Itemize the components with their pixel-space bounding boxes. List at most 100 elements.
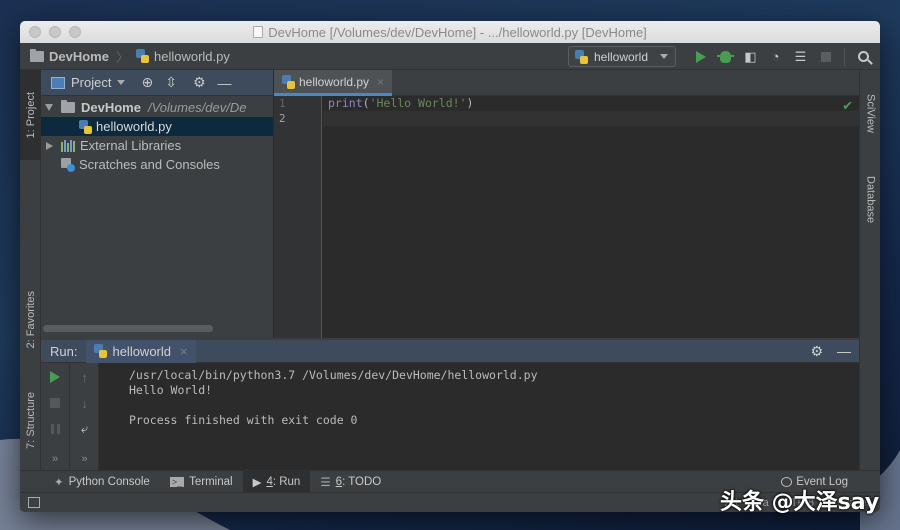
expand-arrow-icon[interactable] — [46, 141, 53, 150]
folder-icon — [61, 100, 75, 113]
run-tab-helloworld[interactable]: helloworld × — [86, 339, 196, 363]
breadcrumb-project[interactable]: DevHome — [49, 49, 109, 64]
debug-icon — [717, 50, 734, 63]
run-toolbar-column: » — [41, 363, 70, 470]
project-panel-header: Project ⊕ ⇳ ⚙ — — [41, 70, 273, 96]
coverage-icon: ◧ — [744, 48, 757, 64]
profile-button[interactable]: ◔ — [763, 46, 788, 68]
pause-button[interactable] — [47, 421, 63, 437]
tree-item-external-libraries[interactable]: External Libraries — [41, 136, 273, 155]
tool-tab-favorites[interactable]: 2: Favorites — [20, 275, 41, 365]
project-view-selector[interactable]: Project — [71, 75, 111, 90]
python-console-icon: ✦ — [54, 476, 64, 489]
tool-tab-database[interactable]: Database — [860, 160, 880, 240]
python-file-icon — [79, 119, 92, 134]
line-number: 1 — [279, 97, 286, 110]
more-actions-icon[interactable]: » — [41, 453, 70, 465]
rerun-icon — [50, 371, 60, 383]
terminal-icon: >_ — [169, 476, 185, 487]
search-everywhere-button[interactable] — [851, 46, 876, 68]
tool-tab-sciview[interactable]: SciView — [860, 78, 880, 148]
console-line: Process finished with exit code 0 — [129, 413, 358, 427]
code-line[interactable]: print('Hello World!') — [323, 96, 859, 111]
run-button[interactable] — [688, 46, 713, 68]
toolbar-divider — [844, 47, 845, 66]
navigation-bar: DevHome 〉 helloworld.py helloworld ◧ ◔ ☰ — [20, 43, 880, 70]
tree-item-scratches[interactable]: Scratches and Consoles — [41, 155, 273, 174]
right-tool-window-strip: SciView Database — [859, 70, 880, 470]
workspace: 1: Project 2: Favorites 7: Structure Pro… — [20, 70, 880, 470]
editor-tab-helloworld[interactable]: helloworld.py × — [274, 70, 393, 96]
python-icon — [94, 344, 108, 358]
scratches-icon — [61, 157, 75, 172]
breadcrumb-file[interactable]: helloworld.py — [154, 49, 230, 64]
python-icon — [574, 49, 588, 64]
run-tool-window: Run: helloworld × ⚙ — » ↑ ↓ ⤶ » /usr/loc… — [41, 339, 859, 470]
libraries-icon — [61, 139, 75, 152]
horizontal-scrollbar[interactable] — [43, 325, 213, 332]
hide-panel-icon[interactable]: — — [837, 343, 851, 359]
run-panel-actions: ⚙ — — [810, 343, 851, 360]
ide-window: DevHome [/Volumes/dev/DevHome] - .../hel… — [20, 21, 880, 512]
console-line: /usr/local/bin/python3.7 /Volumes/dev/De… — [129, 368, 538, 382]
editor: helloworld.py × 1 2 print('Hello World!'… — [274, 70, 859, 338]
tree-item-devhome[interactable]: DevHome /Volumes/dev/De — [41, 98, 273, 117]
collapse-all-icon[interactable]: ⇳ — [165, 74, 177, 91]
title-bar: DevHome [/Volumes/dev/DevHome] - .../hel… — [20, 21, 880, 43]
tool-tab-run[interactable]: ▶ 4: Run — [242, 470, 311, 493]
run-toolbar: » ↑ ↓ ⤶ » — [41, 363, 99, 470]
project-tool-window: Project ⊕ ⇳ ⚙ — DevHome /Volumes/dev/De … — [41, 70, 274, 338]
tool-tab-project[interactable]: 1: Project — [20, 70, 41, 160]
run-with-coverage-button[interactable]: ◧ — [738, 46, 763, 68]
line-number: 2 — [279, 112, 286, 125]
locate-file-icon[interactable]: ⊕ — [141, 74, 153, 91]
tool-windows-toggle-icon[interactable] — [28, 497, 40, 508]
rerun-button[interactable] — [47, 369, 63, 385]
tool-tab-todo[interactable]: ☰ 6: TODO — [310, 471, 391, 493]
python-file-icon — [135, 49, 149, 63]
window-title: DevHome [/Volumes/dev/DevHome] - .../hel… — [20, 25, 880, 40]
line-number-gutter: 1 2 — [274, 96, 322, 338]
close-tab-icon[interactable]: × — [180, 344, 188, 359]
run-label: Run: — [50, 343, 78, 359]
python-file-icon — [282, 74, 295, 89]
document-icon — [253, 26, 264, 38]
gear-icon[interactable]: ⚙ — [193, 74, 206, 91]
tool-tab-terminal[interactable]: >_ Terminal — [160, 471, 243, 493]
pause-icon — [50, 424, 60, 434]
stop-button[interactable] — [813, 46, 838, 68]
profile-icon: ◔ — [771, 49, 780, 64]
expand-arrow-icon[interactable] — [45, 104, 53, 111]
run-icon — [695, 50, 706, 63]
search-icon — [858, 51, 869, 62]
left-tool-window-strip: 1: Project 2: Favorites 7: Structure — [20, 70, 41, 470]
hide-panel-icon[interactable]: — — [218, 75, 232, 91]
tree-item-helloworld[interactable]: helloworld.py — [41, 117, 273, 136]
soft-wrap-icon[interactable]: ⤶ — [77, 421, 93, 437]
more-actions-icon[interactable]: » — [70, 453, 99, 465]
stop-button[interactable] — [47, 395, 63, 411]
tool-tab-structure[interactable]: 7: Structure — [20, 375, 41, 465]
down-arrow-icon[interactable]: ↓ — [77, 395, 93, 411]
inspection-ok-icon[interactable]: ✔ — [842, 98, 853, 114]
close-tab-icon[interactable]: × — [377, 75, 384, 89]
debug-button[interactable] — [713, 46, 738, 68]
tool-tab-python-console[interactable]: ✦ Python Console — [44, 471, 160, 493]
gear-icon[interactable]: ⚙ — [810, 343, 823, 360]
console-line: Hello World! — [129, 383, 213, 397]
up-arrow-icon[interactable]: ↑ — [77, 369, 93, 385]
chevron-down-icon — [660, 54, 668, 59]
chevron-down-icon[interactable] — [117, 80, 126, 85]
run-configuration-selector[interactable]: helloworld — [567, 46, 676, 67]
stop-icon — [820, 51, 831, 62]
code-line-current[interactable] — [323, 111, 859, 126]
stop-icon — [50, 398, 60, 408]
concurrency-diagram-button[interactable]: ☰ — [788, 46, 813, 68]
console-output[interactable]: /usr/local/bin/python3.7 /Volumes/dev/De… — [99, 363, 859, 470]
run-icon: ▶ — [252, 476, 262, 489]
code-area[interactable]: print('Hello World!') — [323, 96, 859, 338]
folder-icon — [30, 48, 44, 62]
watermark: 头条 @大泽say — [720, 490, 880, 515]
editor-tab-bar: helloworld.py × — [274, 70, 859, 96]
